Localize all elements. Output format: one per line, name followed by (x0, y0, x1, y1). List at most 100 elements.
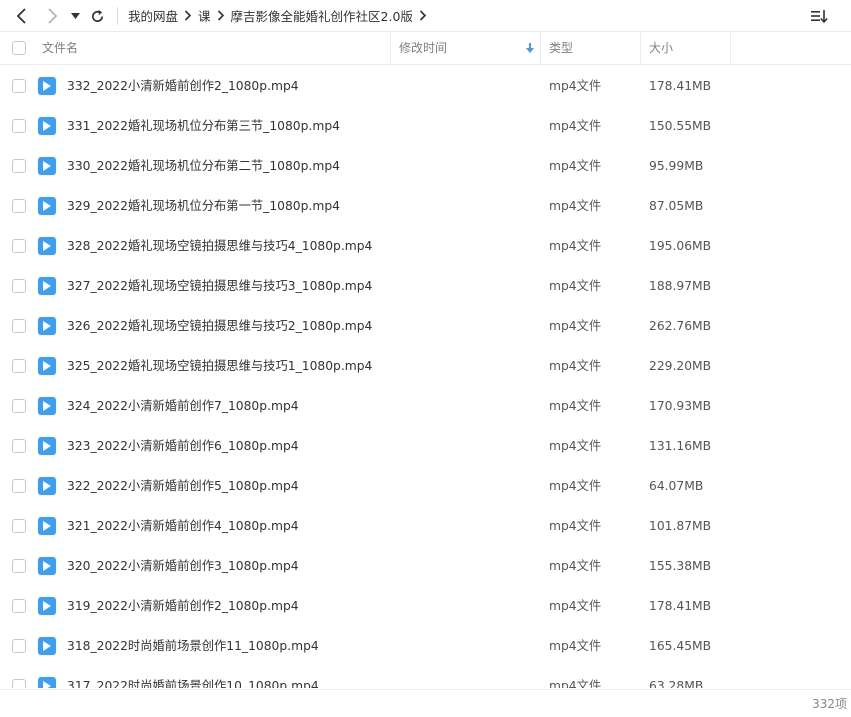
row-checkbox[interactable] (12, 559, 26, 573)
file-row[interactable]: 326_2022婚礼现场空镜拍摄思维与技巧2_1080p.mp4 mp4文件 262… (0, 306, 851, 346)
file-row[interactable]: 323_2022小清新婚前创作6_1080p.mp4 mp4文件 131.16MB (0, 426, 851, 466)
file-type: mp4文件 (549, 159, 602, 173)
file-size: 178.41MB (649, 79, 712, 93)
file-type: mp4文件 (549, 399, 602, 413)
file-size: 262.76MB (649, 319, 712, 333)
row-checkbox[interactable] (12, 439, 26, 453)
file-size: 178.41MB (649, 599, 712, 613)
file-row[interactable]: 321_2022小清新婚前创作4_1080p.mp4 mp4文件 101.87MB (0, 506, 851, 546)
file-type: mp4文件 (549, 679, 602, 688)
row-checkbox[interactable] (12, 279, 26, 293)
file-row[interactable]: 322_2022小清新婚前创作5_1080p.mp4 mp4文件 64.07MB (0, 466, 851, 506)
file-size: 150.55MB (649, 119, 712, 133)
file-size: 170.93MB (649, 399, 712, 413)
file-name[interactable]: 324_2022小清新婚前创作7_1080p.mp4 (67, 386, 299, 426)
file-name[interactable]: 329_2022婚礼现场机位分布第一节_1080p.mp4 (67, 186, 340, 226)
sort-menu-button[interactable] (809, 6, 829, 26)
column-header-size-label: 大小 (649, 41, 674, 55)
file-name[interactable]: 328_2022婚礼现场空镜拍摄思维与技巧4_1080p.mp4 (67, 226, 372, 266)
select-all-checkbox[interactable] (12, 41, 26, 55)
breadcrumb-item[interactable]: 课 (192, 6, 217, 25)
breadcrumb-item[interactable]: 我的网盘 (122, 6, 184, 25)
file-row[interactable]: 318_2022时尚婚前场景创作11_1080p.mp4 mp4文件 165.45M… (0, 626, 851, 666)
file-size: 131.16MB (649, 439, 712, 453)
file-size: 229.20MB (649, 359, 712, 373)
sort-list-icon (811, 10, 828, 24)
file-size: 63.28MB (649, 679, 704, 688)
video-file-icon (38, 397, 56, 415)
column-header-type[interactable]: 类型 (541, 32, 641, 64)
row-checkbox[interactable] (12, 679, 26, 688)
file-row[interactable]: 325_2022婚礼现场空镜拍摄思维与技巧1_1080p.mp4 mp4文件 229… (0, 346, 851, 386)
row-checkbox[interactable] (12, 519, 26, 533)
video-file-icon (38, 597, 56, 615)
file-type: mp4文件 (549, 519, 602, 533)
refresh-icon (91, 9, 103, 22)
file-row[interactable]: 329_2022婚礼现场机位分布第一节_1080p.mp4 mp4文件 87.05M… (0, 186, 851, 226)
file-name[interactable]: 319_2022小清新婚前创作2_1080p.mp4 (67, 586, 299, 626)
file-row[interactable]: 332_2022小清新婚前创作2_1080p.mp4 mp4文件 178.41MB (0, 66, 851, 106)
chevron-right-icon (48, 8, 58, 24)
row-checkbox[interactable] (12, 319, 26, 333)
video-file-icon (38, 357, 56, 375)
row-checkbox[interactable] (12, 479, 26, 493)
file-name[interactable]: 322_2022小清新婚前创作5_1080p.mp4 (67, 466, 299, 506)
file-size: 87.05MB (649, 199, 704, 213)
breadcrumb-item[interactable]: 摩吉影像全能婚礼创作社区2.0版 (225, 6, 419, 25)
file-type: mp4文件 (549, 639, 602, 653)
refresh-button[interactable] (85, 4, 109, 28)
file-row[interactable]: 331_2022婚礼现场机位分布第三节_1080p.mp4 mp4文件 150.55… (0, 106, 851, 146)
row-checkbox[interactable] (12, 639, 26, 653)
file-type: mp4文件 (549, 599, 602, 613)
file-name[interactable]: 327_2022婚礼现场空镜拍摄思维与技巧3_1080p.mp4 (67, 266, 372, 306)
row-checkbox[interactable] (12, 119, 26, 133)
row-checkbox[interactable] (12, 599, 26, 613)
back-button[interactable] (10, 4, 34, 28)
file-name[interactable]: 332_2022小清新婚前创作2_1080p.mp4 (67, 66, 299, 106)
history-dropdown-button[interactable] (64, 4, 86, 28)
file-name[interactable]: 326_2022婚礼现场空镜拍摄思维与技巧2_1080p.mp4 (67, 306, 372, 346)
video-file-icon (38, 77, 56, 95)
file-row[interactable]: 319_2022小清新婚前创作2_1080p.mp4 mp4文件 178.41MB (0, 586, 851, 626)
breadcrumb: 我的网盘 课 摩吉影像全能婚礼创作社区2.0版 (122, 0, 427, 31)
video-file-icon (38, 317, 56, 335)
forward-button[interactable] (40, 4, 64, 28)
video-file-icon (38, 637, 56, 655)
file-row[interactable]: 317_2022时尚婚前场景创作10_1080p.mp4 mp4文件 63.28MB (0, 666, 851, 688)
row-checkbox[interactable] (12, 399, 26, 413)
column-header-size[interactable]: 大小 (641, 32, 731, 64)
video-file-icon (38, 277, 56, 295)
row-checkbox[interactable] (12, 159, 26, 173)
file-name[interactable]: 323_2022小清新婚前创作6_1080p.mp4 (67, 426, 299, 466)
video-file-icon (38, 517, 56, 535)
file-type: mp4文件 (549, 359, 602, 373)
file-name[interactable]: 331_2022婚礼现场机位分布第三节_1080p.mp4 (67, 106, 340, 146)
file-name[interactable]: 320_2022小清新婚前创作3_1080p.mp4 (67, 546, 299, 586)
breadcrumb-separator-icon (184, 10, 192, 21)
row-checkbox[interactable] (12, 199, 26, 213)
file-type: mp4文件 (549, 119, 602, 133)
file-name[interactable]: 325_2022婚礼现场空镜拍摄思维与技巧1_1080p.mp4 (67, 346, 372, 386)
row-checkbox[interactable] (12, 79, 26, 93)
file-row[interactable]: 320_2022小清新婚前创作3_1080p.mp4 mp4文件 155.38MB (0, 546, 851, 586)
row-checkbox[interactable] (12, 239, 26, 253)
row-checkbox[interactable] (12, 359, 26, 373)
file-row[interactable]: 327_2022婚礼现场空镜拍摄思维与技巧3_1080p.mp4 mp4文件 188… (0, 266, 851, 306)
column-header-mtime[interactable]: 修改时间 (391, 32, 541, 64)
file-name[interactable]: 321_2022小清新婚前创作4_1080p.mp4 (67, 506, 299, 546)
file-row[interactable]: 328_2022婚礼现场空镜拍摄思维与技巧4_1080p.mp4 mp4文件 195… (0, 226, 851, 266)
file-type: mp4文件 (549, 199, 602, 213)
file-name[interactable]: 318_2022时尚婚前场景创作11_1080p.mp4 (67, 626, 319, 666)
video-file-icon (38, 157, 56, 175)
file-row[interactable]: 330_2022婚礼现场机位分布第二节_1080p.mp4 mp4文件 95.99M… (0, 146, 851, 186)
file-name[interactable]: 317_2022时尚婚前场景创作10_1080p.mp4 (67, 666, 319, 688)
video-file-icon (38, 237, 56, 255)
sort-descending-icon (526, 43, 534, 53)
file-size: 195.06MB (649, 239, 712, 253)
file-row[interactable]: 324_2022小清新婚前创作7_1080p.mp4 mp4文件 170.93MB (0, 386, 851, 426)
video-file-icon (38, 677, 56, 688)
column-header-name[interactable]: 文件名 (34, 32, 391, 64)
toolbar-divider (117, 7, 118, 25)
file-name[interactable]: 330_2022婚礼现场机位分布第二节_1080p.mp4 (67, 146, 340, 186)
toolbar: 我的网盘 课 摩吉影像全能婚礼创作社区2.0版 (0, 0, 851, 32)
